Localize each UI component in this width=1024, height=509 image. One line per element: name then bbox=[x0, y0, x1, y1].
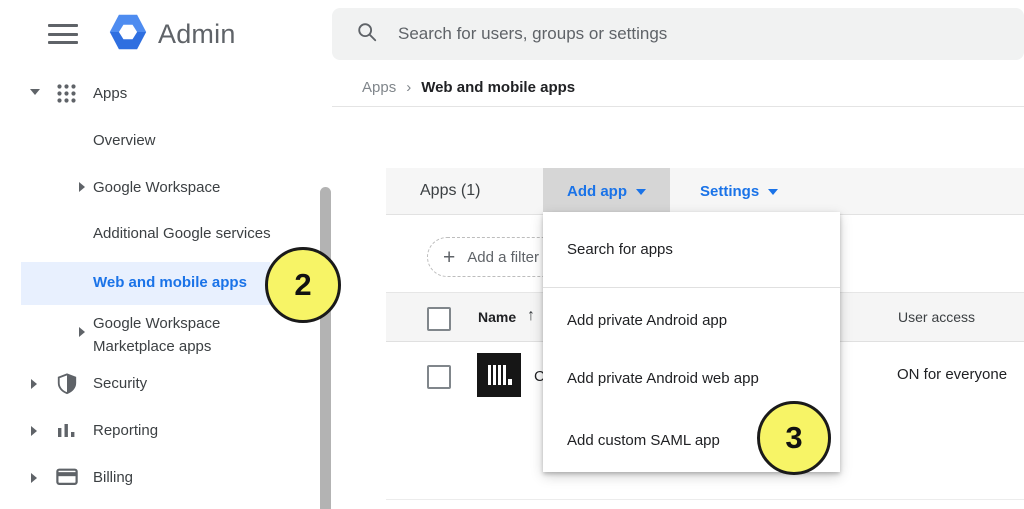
sidebar-item-additional-google-services[interactable]: Additional Google services bbox=[93, 225, 271, 242]
breadcrumb: Apps › Web and mobile apps bbox=[362, 79, 575, 96]
security-expand-icon[interactable] bbox=[31, 379, 37, 389]
step-callout-2: 2 bbox=[265, 247, 341, 323]
reporting-expand-icon[interactable] bbox=[31, 426, 37, 436]
brand-logo: Admin bbox=[108, 12, 236, 57]
sidebar-item-overview[interactable]: Overview bbox=[93, 132, 156, 149]
add-app-label: Add app bbox=[567, 183, 627, 200]
sidebar-item-reporting[interactable]: Reporting bbox=[93, 422, 158, 439]
row-divider bbox=[386, 499, 1024, 500]
bar-chart-icon bbox=[57, 422, 76, 445]
header-divider bbox=[332, 106, 1024, 107]
settings-button[interactable]: Settings bbox=[700, 168, 778, 215]
menu-item-add-private-android-app[interactable]: Add private Android app bbox=[543, 292, 840, 348]
menu-hamburger-icon[interactable] bbox=[48, 24, 78, 44]
app-logo-icon bbox=[477, 353, 521, 402]
admin-console-page: Admin Apps › Web and mobile apps Apps Ov… bbox=[0, 0, 1024, 509]
search-icon bbox=[356, 21, 378, 48]
google-workspace-expand-icon[interactable] bbox=[79, 182, 85, 192]
name-column-header[interactable]: Name bbox=[478, 309, 516, 325]
sidebar-item-web-and-mobile-apps[interactable]: Web and mobile apps bbox=[21, 262, 270, 305]
billing-expand-icon[interactable] bbox=[31, 473, 37, 483]
sort-ascending-icon[interactable]: ↑ bbox=[527, 307, 535, 325]
user-access-value: ON for everyone bbox=[897, 366, 1007, 383]
plus-icon: + bbox=[443, 247, 455, 268]
credit-card-icon bbox=[56, 468, 78, 491]
menu-divider bbox=[543, 287, 840, 288]
brand-title: Admin bbox=[158, 19, 236, 50]
admin-hexagon-icon bbox=[108, 12, 148, 57]
marketplace-label-line2: Marketplace apps bbox=[93, 335, 220, 358]
menu-item-search-for-apps[interactable]: Search for apps bbox=[543, 212, 840, 287]
sidebar-item-security[interactable]: Security bbox=[93, 375, 147, 392]
user-access-column-header: User access bbox=[898, 309, 975, 325]
sidebar-item-billing[interactable]: Billing bbox=[93, 469, 133, 486]
add-filter-label: Add a filter bbox=[467, 249, 539, 266]
step-callout-3: 3 bbox=[757, 401, 831, 475]
breadcrumb-current: Web and mobile apps bbox=[421, 79, 575, 96]
marketplace-expand-icon[interactable] bbox=[79, 327, 85, 337]
settings-label: Settings bbox=[700, 183, 759, 200]
search-input[interactable] bbox=[396, 23, 900, 45]
apps-grid-icon bbox=[56, 83, 77, 109]
sidebar-item-label: Web and mobile apps bbox=[93, 274, 247, 291]
marketplace-label-line1: Google Workspace bbox=[93, 312, 220, 335]
menu-item-add-private-android-web-app[interactable]: Add private Android web app bbox=[543, 350, 840, 406]
sidebar-scrollbar[interactable] bbox=[320, 187, 331, 509]
sidebar-item-marketplace-apps[interactable]: Google Workspace Marketplace apps bbox=[93, 312, 220, 358]
apps-count-title: Apps (1) bbox=[420, 182, 480, 200]
global-search-bar[interactable] bbox=[332, 8, 1024, 60]
shield-icon bbox=[56, 372, 78, 400]
sidebar-item-google-workspace[interactable]: Google Workspace bbox=[93, 179, 220, 196]
chevron-down-icon bbox=[636, 189, 646, 195]
breadcrumb-separator: › bbox=[406, 79, 411, 96]
sidebar-item-apps[interactable]: Apps bbox=[93, 85, 127, 102]
breadcrumb-parent[interactable]: Apps bbox=[362, 79, 396, 96]
add-app-button[interactable]: Add app bbox=[543, 168, 670, 215]
apps-collapse-caret-icon[interactable] bbox=[30, 89, 40, 95]
chevron-down-icon bbox=[768, 189, 778, 195]
row-checkbox[interactable] bbox=[427, 365, 451, 389]
select-all-checkbox[interactable] bbox=[427, 307, 451, 331]
